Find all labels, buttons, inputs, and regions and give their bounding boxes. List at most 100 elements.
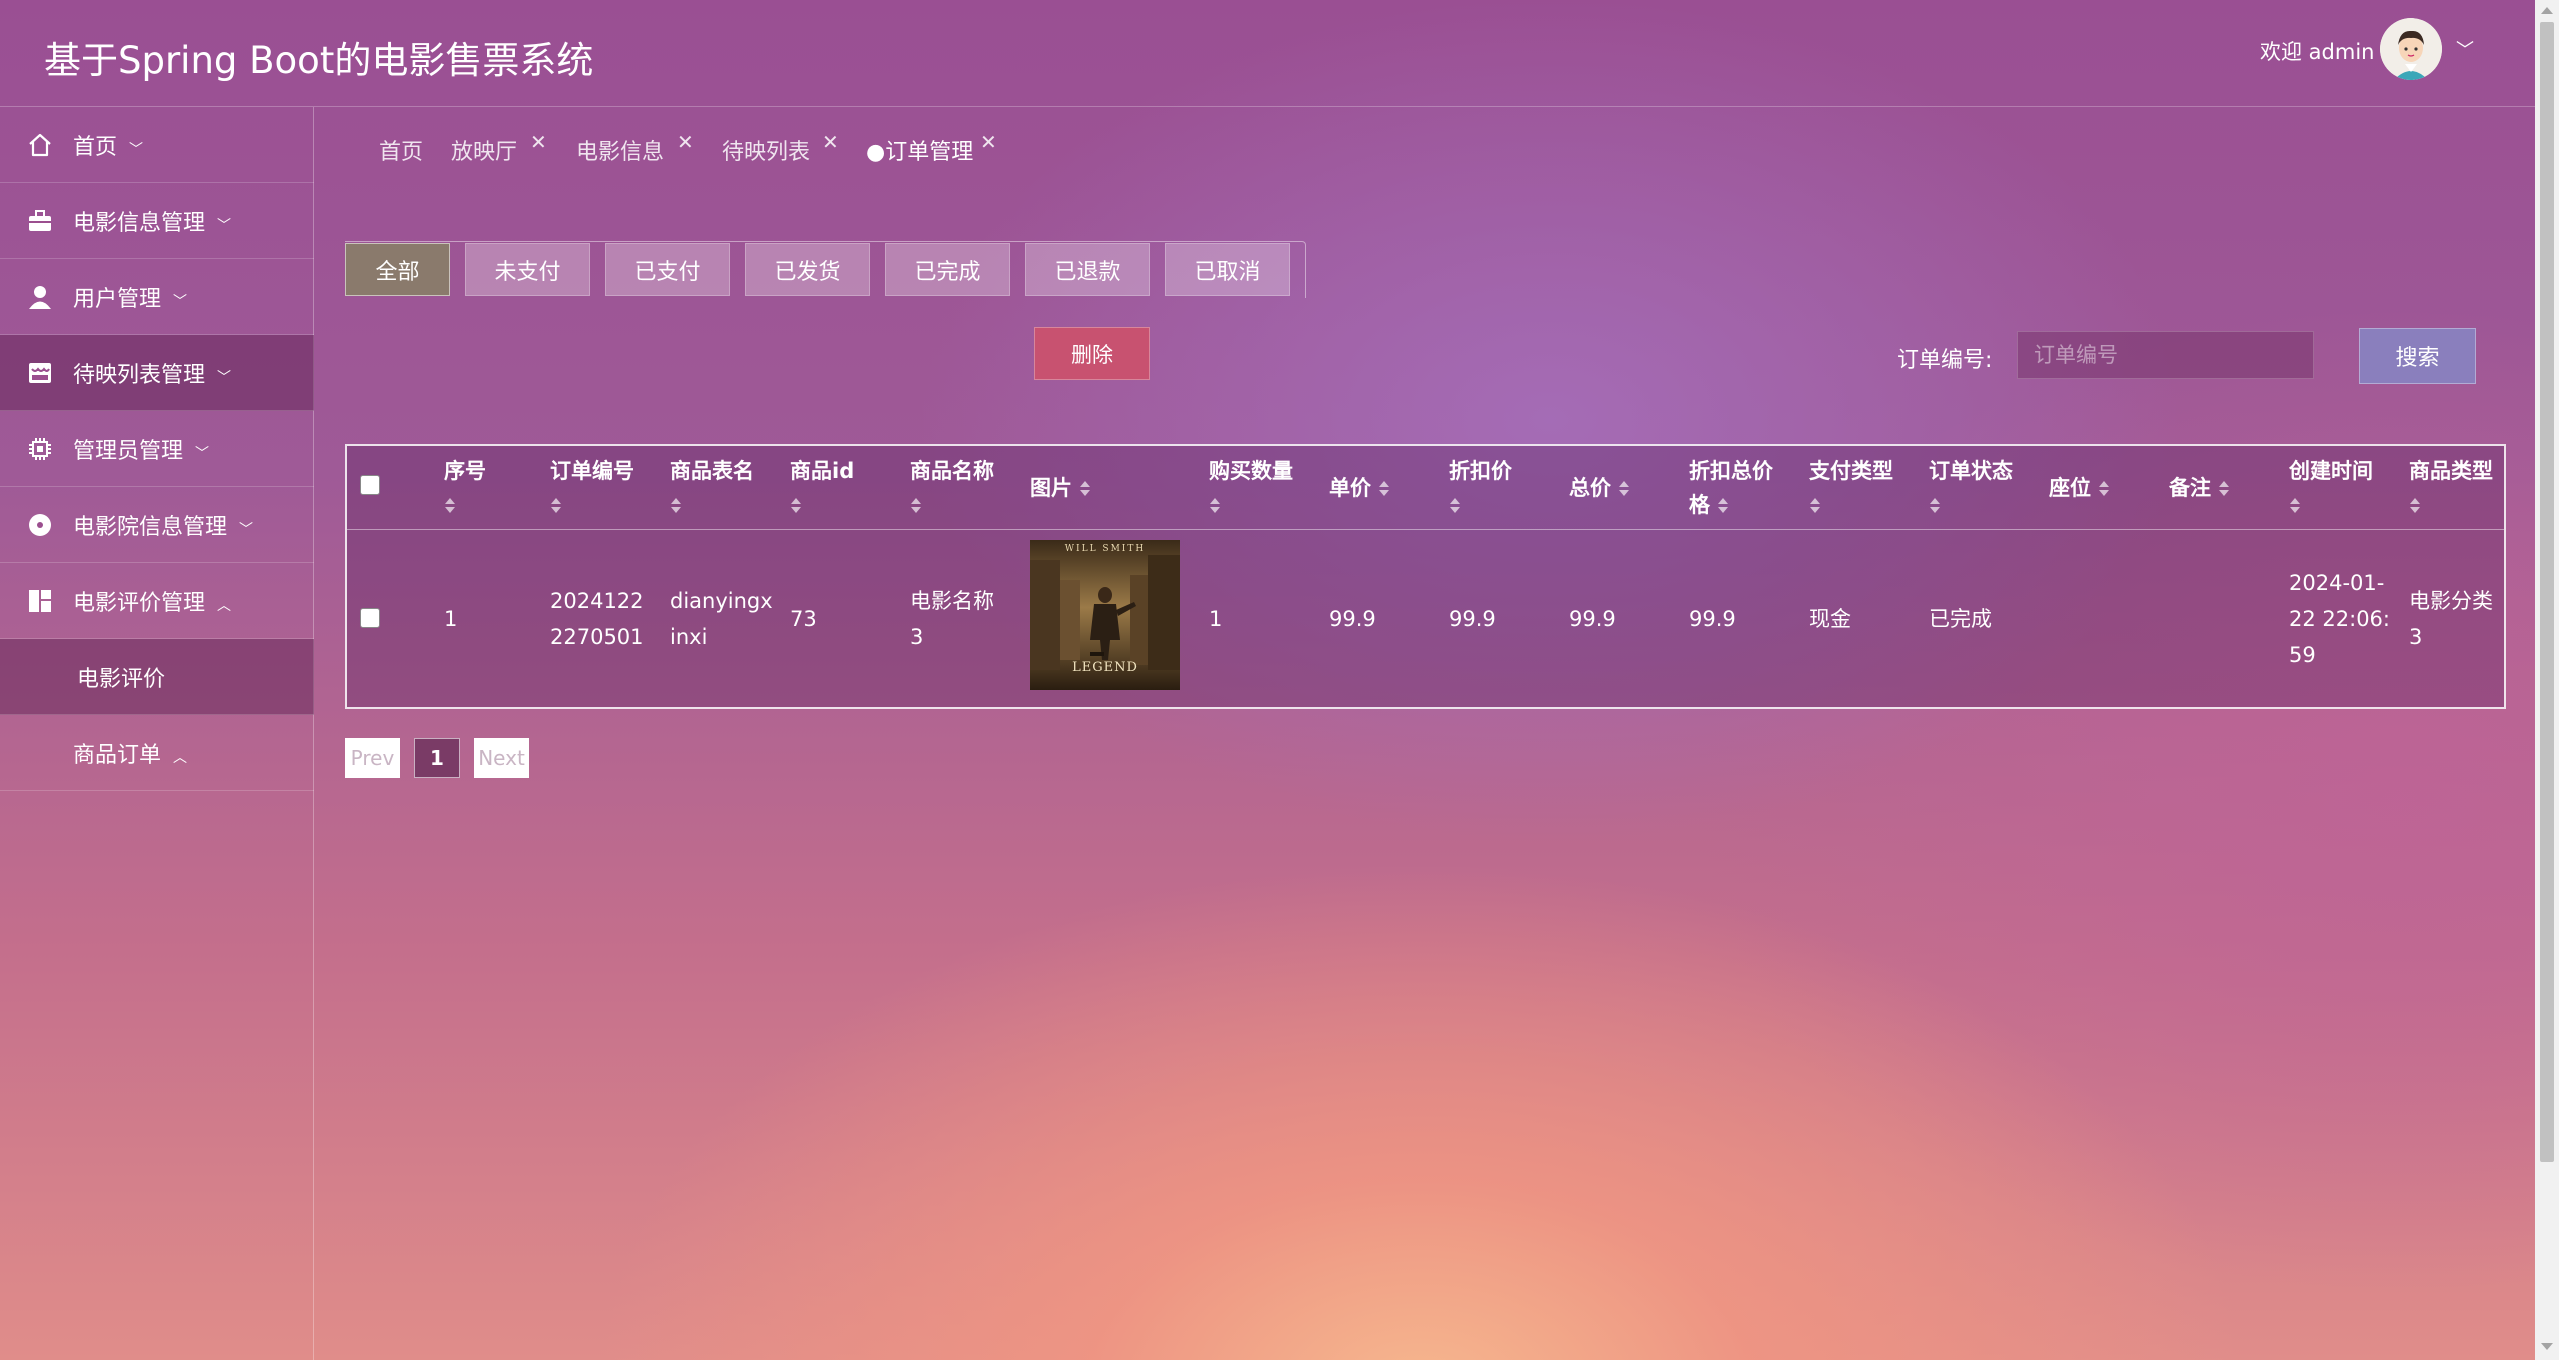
sort-icon[interactable] [1079, 480, 1091, 498]
close-icon[interactable]: ✕ [822, 130, 839, 154]
cell-table-name: dianyingx inxi [670, 583, 773, 655]
sidebar-subitem-label: 电影评价 [77, 666, 166, 692]
status-filter-unpaid[interactable]: 未支付 [465, 243, 590, 296]
sidebar-item-users[interactable]: 用户管理 ﹀ [0, 259, 314, 335]
cell-created-time: 2024-01- 22 22:06: 59 [2289, 565, 2390, 673]
cell-table-name-line1: dianyingx [670, 589, 773, 613]
select-all-checkbox[interactable] [360, 475, 380, 495]
store-icon [26, 359, 54, 387]
sort-icon[interactable] [1209, 497, 1221, 515]
cell-pay-type: 现金 [1809, 607, 1851, 631]
app-title: 基于Spring Boot的电影售票系统 [44, 39, 594, 82]
tab-order-management[interactable]: ●订单管理 [866, 134, 973, 166]
page-scrollbar[interactable] [2535, 0, 2559, 1360]
sort-icon[interactable] [1717, 497, 1729, 515]
column-header: 序号 [444, 459, 486, 483]
cell-created-line1: 2024-01- [2289, 571, 2385, 595]
column-header: 商品名称 [910, 459, 994, 483]
cell-status: 已完成 [1929, 607, 1992, 631]
briefcase-icon [26, 207, 54, 235]
chevron-down-icon: ﹀ [239, 521, 254, 538]
sidebar-item-label: 电影信息管理 [73, 210, 206, 236]
column-header: 单价 [1329, 476, 1371, 500]
pagination-prev-button[interactable]: Prev [345, 738, 400, 778]
status-filter-shipped[interactable]: 已发货 [745, 243, 870, 296]
cell-index: 1 [444, 607, 458, 631]
sort-icon[interactable] [2098, 480, 2110, 498]
cell-table-name-line2: inxi [670, 625, 708, 649]
cell-unit-price: 99.9 [1329, 607, 1376, 631]
scrollbar-thumb[interactable] [2540, 22, 2554, 1162]
sort-icon[interactable] [670, 497, 682, 515]
sidebar-subitem-label: 商品订单 [73, 742, 162, 768]
tab-movie-info[interactable]: 电影信息 [576, 134, 664, 166]
sort-icon[interactable] [910, 497, 922, 515]
user-menu-chevron-icon[interactable]: ﹀ [2456, 36, 2474, 62]
status-filter-refunded[interactable]: 已退款 [1025, 243, 1150, 296]
sort-icon[interactable] [2218, 480, 2230, 498]
sidebar-subitem-goods-order[interactable]: 商品订单 ︿ [0, 715, 314, 791]
cell-discount-total: 99.9 [1689, 607, 1736, 631]
sort-icon[interactable] [1449, 497, 1461, 515]
status-filter-all[interactable]: 全部 [345, 243, 450, 296]
tab-hall[interactable]: 放映厅 [451, 134, 517, 166]
sidebar-item-cinemas[interactable]: 电影院信息管理 ﹀ [0, 487, 314, 563]
column-header: 购买数量 [1209, 459, 1293, 483]
status-filter-completed[interactable]: 已完成 [885, 243, 1010, 296]
sidebar-item-upcoming[interactable]: 待映列表管理 ﹀ [0, 335, 314, 411]
sidebar-item-label: 管理员管理 [73, 438, 184, 464]
close-icon[interactable]: ✕ [980, 130, 997, 154]
sort-icon[interactable] [1929, 497, 1941, 515]
movie-poster-image[interactable]: WILL SMITH LEGEND [1030, 540, 1180, 690]
tab-home[interactable]: 首页 [379, 134, 423, 166]
sort-icon[interactable] [2289, 497, 2301, 515]
sidebar-item-admins[interactable]: 管理员管理 ﹀ [0, 411, 314, 487]
column-header: 备注 [2169, 476, 2211, 500]
search-button[interactable]: 搜索 [2359, 328, 2476, 384]
column-header: 订单编号 [550, 459, 634, 483]
chevron-up-icon: ︿ [173, 749, 188, 766]
sort-icon[interactable] [1809, 497, 1821, 515]
orders-table: 序号 订单编号 商品表名 商品id 商品名称 图片 购买数量 单价 折扣价 总价… [345, 444, 2506, 709]
table-header: 序号 订单编号 商品表名 商品id 商品名称 图片 购买数量 单价 折扣价 总价… [347, 446, 2504, 530]
avatar[interactable] [2380, 18, 2442, 80]
cell-goods-id: 73 [790, 607, 817, 631]
row-checkbox[interactable] [360, 608, 380, 628]
order-number-search-input[interactable] [2017, 331, 2314, 379]
sort-icon[interactable] [444, 497, 456, 515]
column-header: 订单状态 [1929, 459, 2013, 483]
delete-button[interactable]: 删除 [1034, 327, 1150, 380]
column-header: 支付类型 [1809, 459, 1893, 483]
pagination-next-button[interactable]: Next [474, 738, 529, 778]
close-icon[interactable]: ✕ [677, 130, 694, 154]
sort-icon[interactable] [1618, 480, 1630, 498]
sidebar-item-movie-info[interactable]: 电影信息管理 ﹀ [0, 183, 314, 259]
chevron-down-icon: ﹀ [129, 141, 144, 158]
tab-upcoming[interactable]: 待映列表 [722, 134, 810, 166]
sort-icon[interactable] [550, 497, 562, 515]
sidebar-item-reviews[interactable]: 电影评价管理 ︿ [0, 563, 314, 639]
sort-icon[interactable] [1378, 480, 1390, 498]
sidebar-item-label: 电影评价管理 [73, 590, 206, 616]
scroll-up-arrow-icon[interactable] [2541, 7, 2553, 14]
column-header: 图片 [1030, 476, 1072, 500]
status-filter-cancelled[interactable]: 已取消 [1165, 243, 1290, 296]
chevron-down-icon: ﹀ [173, 293, 188, 310]
close-icon[interactable]: ✕ [530, 130, 547, 154]
pagination-page-current[interactable]: 1 [414, 738, 460, 778]
sort-icon[interactable] [2409, 497, 2421, 515]
scroll-down-arrow-icon[interactable] [2541, 1343, 2553, 1350]
column-header: 商品类型 [2409, 459, 2493, 483]
cell-created-line3: 59 [2289, 643, 2316, 667]
sidebar-item-label: 首页 [73, 134, 118, 160]
sort-icon[interactable] [790, 497, 802, 515]
cell-goods-name-line1: 电影名称 [910, 589, 994, 613]
status-filter-paid[interactable]: 已支付 [605, 243, 730, 296]
column-header: 座位 [2049, 476, 2091, 500]
column-header: 总价 [1569, 476, 1611, 500]
sidebar-item-label: 电影院信息管理 [73, 514, 228, 540]
sidebar: 首页 ﹀ 电影信息管理 ﹀ 用户管理 ﹀ 待映列表管理 ﹀ 管理员管理 ﹀ 电影院信息管理… [0, 107, 314, 1360]
sidebar-subitem-movie-review[interactable]: 电影评价 [0, 639, 314, 715]
home-icon [26, 131, 54, 159]
sidebar-item-home[interactable]: 首页 ﹀ [0, 107, 314, 183]
